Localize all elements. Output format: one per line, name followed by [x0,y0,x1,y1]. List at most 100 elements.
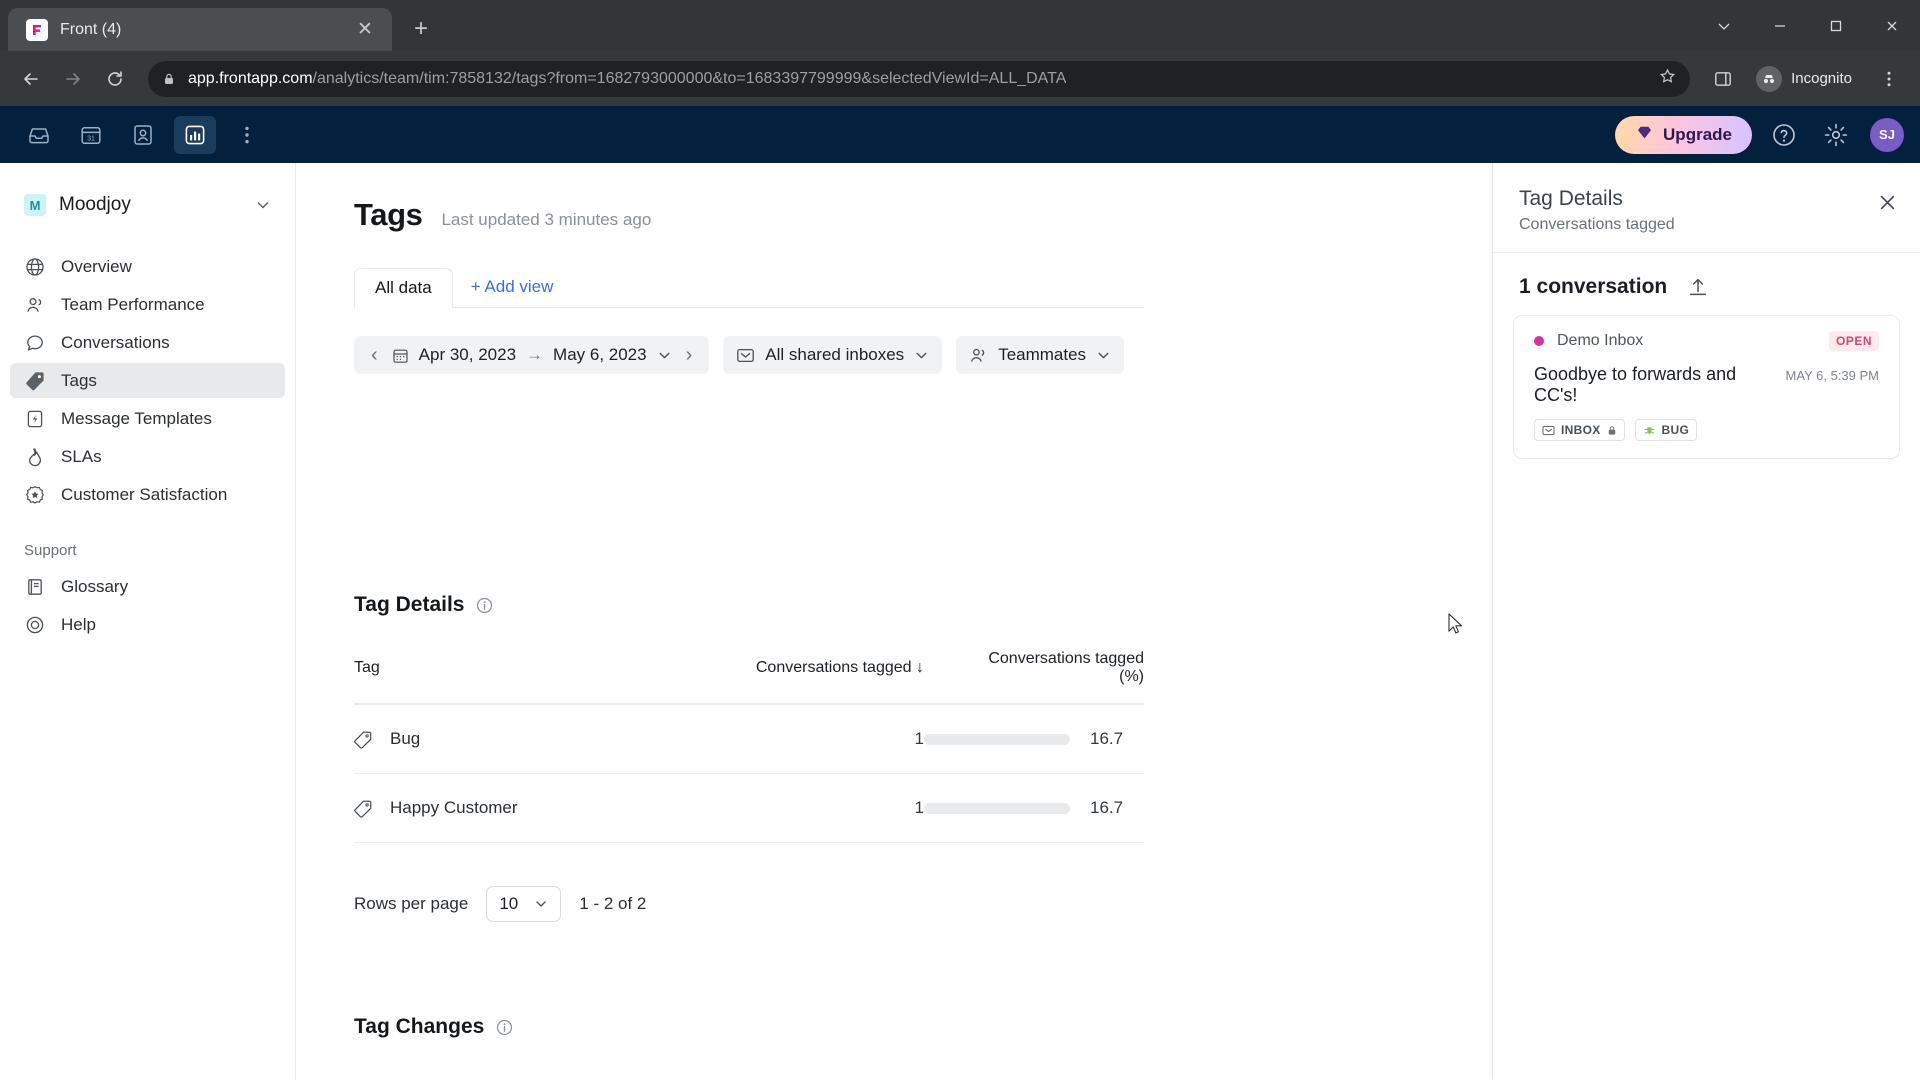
sidebar-item-glossary[interactable]: Glossary [10,569,285,604]
calendar-icon [392,347,409,364]
cell-count: 1 [738,704,924,774]
conversation-tag-bug[interactable]: BUG [1634,419,1698,441]
book-icon [24,577,46,597]
tab-all-data[interactable]: All data [354,268,453,308]
conversation-timestamp: MAY 6, 5:39 PM [1785,368,1879,383]
col-tag[interactable]: Tag [354,650,739,705]
progress-bar-track [924,802,1070,814]
sidebar: M Moodjoy Overview Team Performance Conv… [0,163,296,1080]
gear-icon[interactable] [1816,115,1856,155]
incognito-indicator[interactable]: Incognito [1750,62,1866,96]
sidebar-section-support: Support [24,542,77,559]
side-panel-icon[interactable] [1704,60,1742,98]
maximize-button[interactable] [1808,0,1864,51]
reload-button-icon[interactable] [96,60,134,98]
sidebar-label: Overview [61,256,132,276]
chrome-menu-icon[interactable] [1870,60,1908,98]
more-nav-icon[interactable] [226,116,268,154]
teammates-filter[interactable]: Teammates [956,336,1125,374]
help-circle-icon[interactable] [1764,115,1804,155]
col-conversations-tagged-pct[interactable]: Conversations tagged (%) [923,650,1144,705]
analytics-nav-icon[interactable] [174,115,216,154]
sidebar-label: SLAs [61,446,102,466]
star-badge-icon [24,485,46,505]
new-tab-button[interactable]: + [404,12,438,46]
table-row[interactable]: Happy Customer 1 16.7 [354,773,1144,843]
address-bar[interactable]: app.frontapp.com/analytics/team/tim:7858… [148,60,1691,97]
tag-icon [354,799,373,818]
tag-label: BUG [1661,423,1690,437]
sidebar-label: Team Performance [61,294,205,314]
chat-bubble-icon [24,333,46,353]
tag-label: Bug [390,729,421,748]
upgrade-button[interactable]: Upgrade [1615,115,1752,154]
date-arrow: → [526,345,544,364]
prev-period-icon[interactable]: ‹ [367,344,382,367]
date-range-filter[interactable]: ‹ Apr 30, 2023 → May 6, 2023 › [354,336,710,374]
info-icon[interactable] [476,597,493,614]
sidebar-item-overview[interactable]: Overview [10,249,285,284]
close-icon[interactable] [1872,187,1902,217]
panel-subtitle: Conversations tagged [1519,216,1675,233]
export-icon[interactable] [1687,276,1709,298]
tab-close-icon[interactable]: ✕ [352,17,378,43]
bug-icon [1643,424,1656,437]
add-view-button[interactable]: + Add view [453,267,572,307]
date-from: Apr 30, 2023 [418,345,517,364]
forward-button-icon[interactable] [54,60,92,98]
panel-title: Tag Details [1519,187,1623,210]
inboxes-filter[interactable]: All shared inboxes [723,336,943,374]
workspace-selector[interactable]: M Moodjoy [14,183,281,227]
tag-details-table: Tag Conversations tagged ↓ Conversations… [354,650,1144,843]
sidebar-item-customer-satisfaction[interactable]: Customer Satisfaction [10,477,285,512]
bookmark-star-icon[interactable] [1649,68,1676,90]
next-period-icon[interactable]: › [682,344,697,367]
conversation-tag-inbox[interactable]: INBOX [1534,419,1625,441]
url-path: /analytics/team/tim:7858132/tags?from=16… [312,69,1067,87]
col-conversations-tagged[interactable]: Conversations tagged ↓ [738,650,924,705]
info-icon[interactable] [496,1019,513,1036]
back-button-icon[interactable] [12,60,50,98]
diamond-icon [1635,123,1654,147]
rows-per-page-label: Rows per page [354,894,469,913]
incognito-icon [1756,65,1783,92]
last-updated-label: Last updated 3 minutes ago [441,210,652,229]
sidebar-item-tags[interactable]: Tags [10,363,285,398]
conversation-meta-row: Demo Inbox OPEN [1534,331,1879,351]
table-header-row: Tag Conversations tagged ↓ Conversations… [354,650,1144,705]
table-row[interactable]: Bug 1 16.7 [354,704,1144,774]
url-host: app.frontapp.com [188,69,313,87]
panel-count-row: 1 conversation [1493,253,1920,315]
chevron-down-icon [534,897,548,911]
sidebar-item-conversations[interactable]: Conversations [10,325,285,360]
sidebar-item-message-templates[interactable]: Message Templates [10,401,285,436]
contacts-nav-icon[interactable] [122,116,164,154]
cell-pct: 16.7 [923,704,1144,774]
sidebar-item-help[interactable]: Help [10,607,285,642]
workspace-initial-badge: M [24,194,46,216]
calendar-nav-icon[interactable]: 31 [70,116,112,154]
minimize-button[interactable] [1752,0,1808,51]
chevron-down-icon[interactable] [1696,0,1752,51]
chevron-down-icon[interactable] [657,348,672,363]
inbox-nav-icon[interactable] [18,116,60,154]
user-avatar[interactable]: SJ [1870,117,1904,152]
rows-per-page-select[interactable]: 10 [486,886,562,922]
inbox-icon [1542,424,1555,437]
conversation-card[interactable]: Demo Inbox OPEN Goodbye to forwards and … [1513,315,1900,459]
panel-header: Tag Details Conversations tagged [1493,163,1920,253]
window-controls [1696,0,1920,51]
tag-label: INBOX [1561,423,1601,437]
sidebar-item-slas[interactable]: SLAs [10,439,285,474]
page-title: Tags [354,197,423,232]
conversation-inbox: Demo Inbox [1557,332,1644,349]
sidebar-item-team-performance[interactable]: Team Performance [10,287,285,322]
table-body: Bug 1 16.7 Happy Customer 1 16.7 [354,704,1144,843]
sidebar-label: Conversations [61,332,170,352]
close-window-button[interactable] [1864,0,1920,51]
tag-details-panel: Tag Details Conversations tagged 1 conve… [1492,163,1920,1080]
template-icon [24,409,46,429]
pagination-range: 1 - 2 of 2 [579,894,647,913]
chevron-down-icon [255,197,271,213]
browser-tab[interactable]: Front (4) ✕ [8,8,392,51]
